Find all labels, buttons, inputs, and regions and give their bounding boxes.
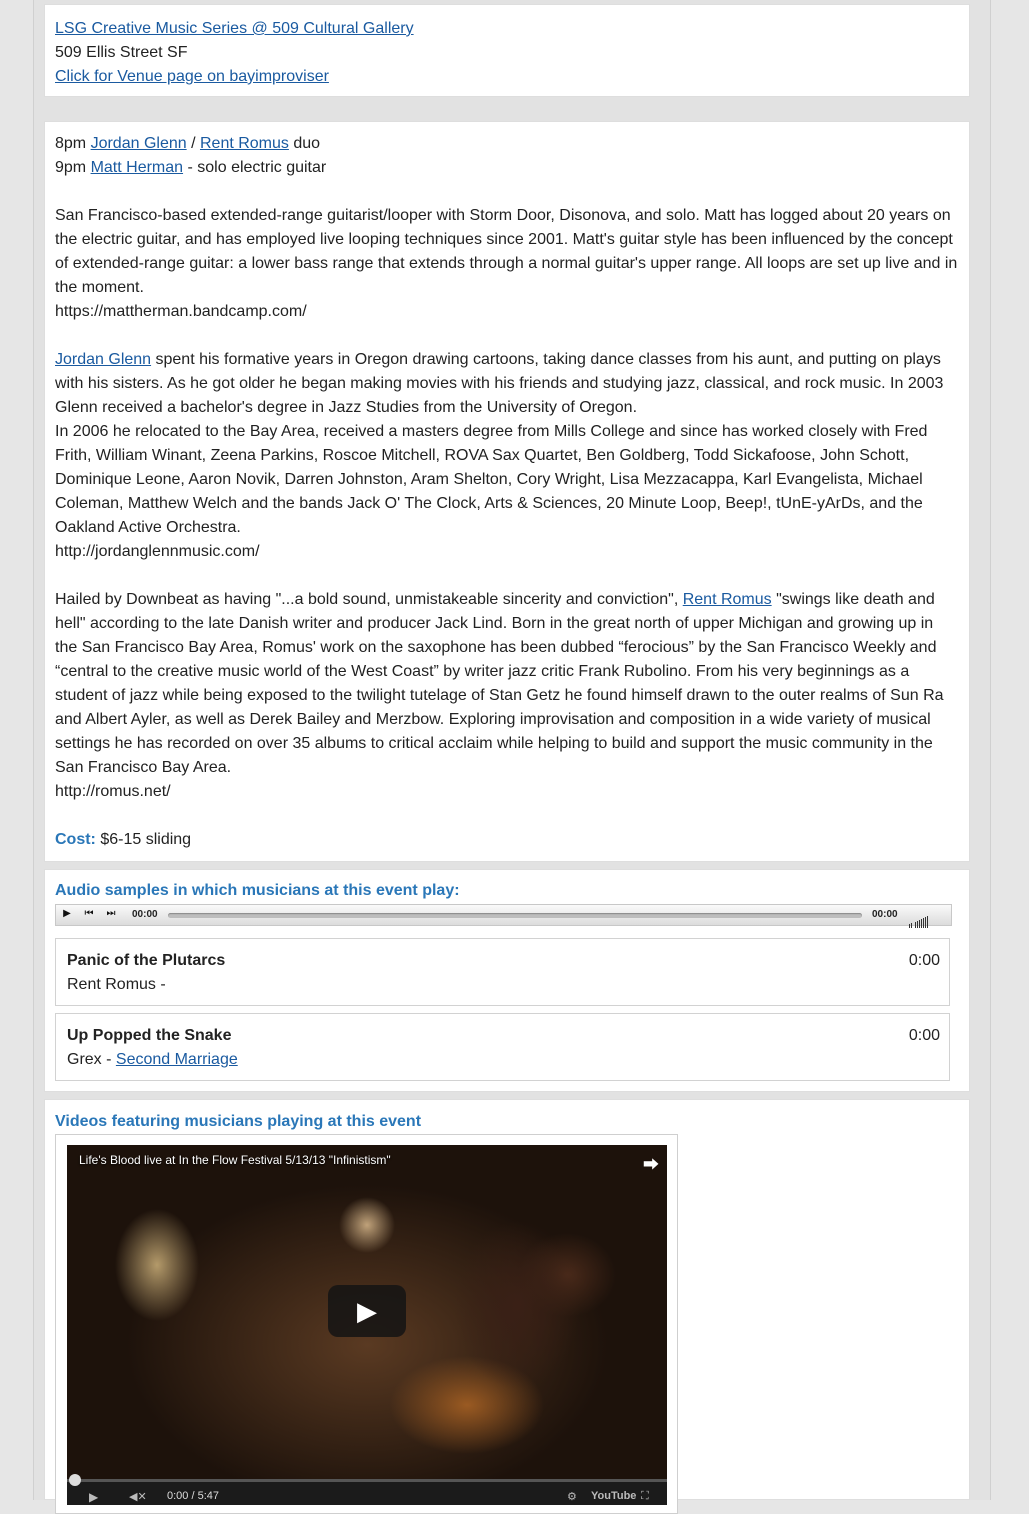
track-artist: Grex - — [67, 1051, 116, 1068]
youtube-logo[interactable]: YouTube — [591, 1490, 636, 1502]
next-icon[interactable]: ⏭ — [104, 908, 118, 919]
jordan-bio-text-1: spent his formative years in Oregon draw… — [55, 351, 944, 416]
lineup-suffix-2: - solo electric guitar — [183, 159, 327, 176]
audio-player: ▶ ⏮ ⏭ 00:00 00:00 — [55, 904, 952, 928]
jordan-bio-2: In 2006 he relocated to the Bay Area, re… — [55, 423, 928, 536]
matt-bio: San Francisco-based extended-range guita… — [55, 207, 958, 296]
series-link[interactable]: LSG Creative Music Series @ 509 Cultural… — [55, 20, 414, 37]
video-play-icon[interactable]: ▶ — [89, 1490, 98, 1504]
previous-icon[interactable]: ⏮ — [82, 908, 96, 919]
track-item[interactable]: Panic of the Plutarcs Rent Romus - 0:00 — [55, 938, 950, 1006]
cost-value: $6-15 sliding — [95, 831, 192, 848]
play-icon[interactable]: ▶ — [60, 908, 74, 919]
rent-bio: Hailed by Downbeat as having "...a bold … — [55, 588, 959, 780]
jordan-bio: Jordan Glenn spent his formative years i… — [55, 348, 959, 420]
mute-icon[interactable]: ◀✕ — [129, 1490, 147, 1503]
lineup-line-2: 9pm Matt Herman - solo electric guitar — [55, 156, 959, 180]
scrubber-handle[interactable] — [69, 1474, 81, 1486]
track-artist-line: Grex - Second Marriage — [67, 1051, 238, 1069]
time-elapsed: 00:00 — [132, 909, 158, 920]
time-total: 00:00 — [872, 909, 898, 920]
venue-page-link[interactable]: Click for Venue page on bayimproviser — [55, 68, 329, 85]
video-frame: Life's Blood live at In the Flow Festiva… — [55, 1134, 678, 1514]
settings-icon[interactable]: ⚙ — [567, 1490, 577, 1503]
audio-heading: Audio samples in which musicians at this… — [55, 882, 460, 899]
lineup-time-2: 9pm — [55, 159, 91, 176]
fullscreen-icon[interactable]: ⛶ — [641, 1490, 649, 1503]
play-button-icon[interactable]: ▶ — [328, 1285, 406, 1337]
artist-link-jordan-glenn[interactable]: Jordan Glenn — [91, 135, 187, 152]
video-player[interactable]: Life's Blood live at In the Flow Festiva… — [67, 1145, 667, 1505]
event-details-panel: 8pm Jordan Glenn / Rent Romus duo 9pm Ma… — [44, 121, 970, 862]
track-title: Up Popped the Snake — [67, 1027, 232, 1044]
venue-panel: LSG Creative Music Series @ 509 Cultural… — [44, 4, 970, 97]
artist-link-rent-romus[interactable]: Rent Romus — [200, 135, 289, 152]
cost-line: Cost: $6-15 sliding — [55, 828, 959, 852]
cost-label: Cost: — [55, 831, 96, 848]
track-title: Panic of the Plutarcs — [67, 952, 226, 969]
lineup-time-1: 8pm — [55, 135, 91, 152]
track-artist: Rent Romus - — [67, 976, 166, 993]
videos-heading: Videos featuring musicians playing at th… — [55, 1113, 422, 1130]
rent-url: http://romus.net/ — [55, 783, 171, 800]
video-progress-bar[interactable] — [67, 1474, 667, 1486]
lineup-suffix-1: duo — [288, 135, 321, 152]
venue-address: 509 Ellis Street SF — [55, 44, 188, 61]
seek-bar[interactable] — [168, 913, 862, 918]
rent-bio-text-2: "swings like death and hell" according t… — [55, 591, 944, 776]
video-control-bar: ▶ ◀✕ 0:00 / 5:47 ⚙ YouTube ⛶ — [67, 1474, 667, 1505]
track-duration: 0:00 — [908, 1027, 940, 1044]
matt-url: https://mattherman.bandcamp.com/ — [55, 303, 307, 320]
track-item[interactable]: Up Popped the Snake Grex - Second Marria… — [55, 1013, 950, 1081]
jordan-url: http://jordanglennmusic.com/ — [55, 543, 260, 560]
artist-link-matt-herman[interactable]: Matt Herman — [91, 159, 183, 176]
video-time: 0:00 / 5:47 — [167, 1490, 219, 1502]
album-link[interactable]: Second Marriage — [116, 1051, 238, 1068]
track-duration: 0:00 — [908, 952, 940, 969]
bio-link-jordan-glenn[interactable]: Jordan Glenn — [55, 351, 151, 368]
lineup-line-1: 8pm Jordan Glenn / Rent Romus duo — [55, 132, 959, 156]
volume-icon[interactable] — [909, 910, 945, 928]
videos-panel: Videos featuring musicians playing at th… — [44, 1099, 970, 1514]
lineup-separator: / — [186, 135, 200, 152]
rent-bio-text-1: Hailed by Downbeat as having "...a bold … — [55, 591, 683, 608]
share-icon[interactable]: ⮕ — [643, 1151, 659, 1175]
bio-link-rent-romus[interactable]: Rent Romus — [683, 591, 772, 608]
track-artist-line: Rent Romus - — [67, 976, 166, 994]
video-title[interactable]: Life's Blood live at In the Flow Festiva… — [79, 1153, 391, 1167]
audio-panel: Audio samples in which musicians at this… — [44, 869, 970, 1092]
